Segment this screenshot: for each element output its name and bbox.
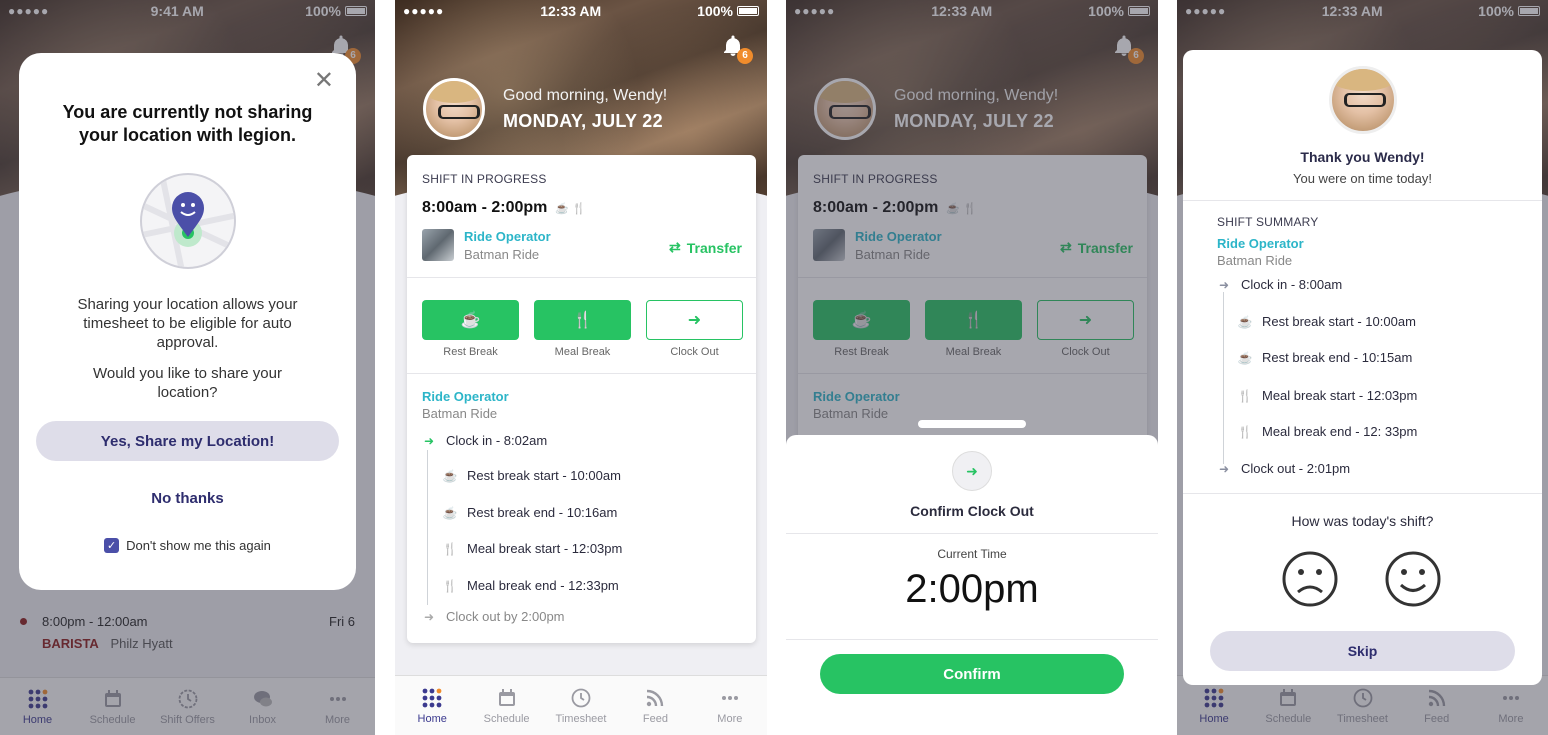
timeline-clock-out: ➜ Clock out by 2:00pm — [423, 609, 565, 624]
timeline-rest-start: ☕ Rest break start - 10:00am — [442, 468, 621, 483]
shift-card: SHIFT IN PROGRESS 8:00am - 2:00pm ☕ 🍴 Ri… — [407, 155, 756, 643]
exit-icon: ➜ — [687, 312, 702, 329]
summary-rest-start: ☕ Rest break start - 10:00am — [1237, 314, 1416, 329]
fork-knife-icon: 🍴 — [572, 312, 593, 329]
modal-title: You are currently not sharing your locat… — [62, 102, 313, 145]
shift-summary-modal: Thank you Wendy! You were on time today!… — [1183, 50, 1542, 685]
ride-thumbnail — [422, 229, 454, 261]
notification-bell-icon[interactable]: 6 — [721, 34, 753, 64]
rest-break-button[interactable]: ☕ — [422, 300, 519, 340]
more-dots-icon — [721, 695, 738, 700]
meal-break-button[interactable]: 🍴 — [534, 300, 631, 340]
exit-icon: ➜ — [423, 609, 435, 624]
coffee-cup-icon: ☕ — [1237, 314, 1253, 329]
coffee-cup-icon: ☕ — [442, 505, 458, 520]
tab-bar: Home Schedule Timesheet Feed More — [395, 675, 767, 735]
tab-more[interactable]: More — [693, 676, 767, 735]
screen-shift-in-progress: ●●●●● 12:33 AM 100% 6 Good morning, Wend… — [395, 0, 767, 735]
skip-button[interactable]: Skip — [1210, 631, 1515, 671]
confirm-clock-out-sheet: ➜ Confirm Clock Out Current Time 2:00pm … — [786, 435, 1158, 735]
screen-shift-summary: ●●●●● 12:33 AM 100% Home Schedule Timesh… — [1177, 0, 1548, 735]
confirm-button[interactable]: Confirm — [820, 654, 1124, 694]
tab-feed[interactable]: Feed — [618, 676, 692, 735]
dont-show-again-checkbox[interactable]: ✓ Don't show me this again — [19, 538, 356, 553]
clock-in-icon: ➜ — [423, 433, 435, 448]
summary-clock-in: ➜ Clock in - 8:00am — [1218, 277, 1343, 292]
break-icons: ☕ 🍴 — [555, 202, 586, 215]
fork-knife-icon: 🍴 — [442, 578, 458, 593]
fork-knife-icon: 🍴 — [442, 541, 458, 556]
summary-meal-start: 🍴 Meal break start - 12:03pm — [1237, 388, 1418, 403]
current-time-display: 2:00pm — [905, 567, 1039, 611]
location-permission-modal: ✕ You are currently not sharing your loc… — [19, 53, 356, 590]
happy-face-icon[interactable] — [1384, 550, 1442, 608]
location-pin-illustration-icon — [139, 173, 236, 269]
tab-schedule[interactable]: Schedule — [469, 676, 543, 735]
tab-home[interactable]: Home — [395, 676, 469, 735]
avatar — [1328, 66, 1397, 134]
home-grid-icon — [422, 688, 442, 707]
greeting-header: Good morning, Wendy! MONDAY, JULY 22 — [423, 78, 667, 140]
no-thanks-button[interactable]: No thanks — [19, 490, 356, 507]
clock-in-icon: ➜ — [1218, 277, 1230, 292]
avatar[interactable] — [423, 78, 485, 140]
summary-meal-end: 🍴 Meal break end - 12: 33pm — [1237, 424, 1418, 439]
timeline-meal-end: 🍴 Meal break end - 12:33pm — [442, 578, 619, 593]
close-icon[interactable]: ✕ — [314, 69, 334, 93]
timeline-meal-start: 🍴 Meal break start - 12:03pm — [442, 541, 623, 556]
status-bar: ●●●●● 12:33 AM 100% — [395, 0, 767, 22]
swap-arrows-icon: ⇄ — [669, 239, 681, 255]
coffee-cup-icon: ☕ — [442, 468, 458, 483]
clock-icon — [571, 688, 591, 707]
screen-confirm-clock-out: ●●●●● 12:33 AM 100% 6 Good morning, Wend… — [786, 0, 1158, 735]
coffee-cup-icon: ☕ — [460, 312, 481, 329]
tab-timesheet[interactable]: Timesheet — [544, 676, 618, 735]
summary-rest-end: ☕ Rest break end - 10:15am — [1237, 350, 1413, 365]
checkmark-icon: ✓ — [104, 538, 120, 553]
sad-face-icon[interactable] — [1281, 550, 1339, 608]
transfer-button[interactable]: ⇄ Transfer — [669, 239, 742, 256]
exit-icon: ➜ — [952, 451, 992, 491]
calendar-icon — [498, 688, 515, 706]
share-location-button[interactable]: Yes, Share my Location! — [36, 421, 339, 461]
fork-knife-icon: 🍴 — [1237, 388, 1253, 403]
fork-knife-icon: 🍴 — [1237, 424, 1253, 439]
sheet-drag-handle[interactable] — [918, 420, 1026, 428]
summary-clock-out: ➜ Clock out - 2:01pm — [1218, 461, 1351, 476]
coffee-cup-icon: ☕ — [1237, 350, 1253, 365]
exit-icon: ➜ — [1218, 461, 1230, 476]
screen-location-modal: ●●●●● 9:41 AM 100% 6 8:00pm - 12:00am Fr… — [0, 0, 375, 735]
rss-feed-icon — [647, 689, 664, 706]
timeline-rest-end: ☕ Rest break end - 10:16am — [442, 505, 618, 520]
timeline-clock-in: ➜ Clock in - 8:02am — [423, 433, 548, 448]
clock-out-button[interactable]: ➜ — [646, 300, 743, 340]
